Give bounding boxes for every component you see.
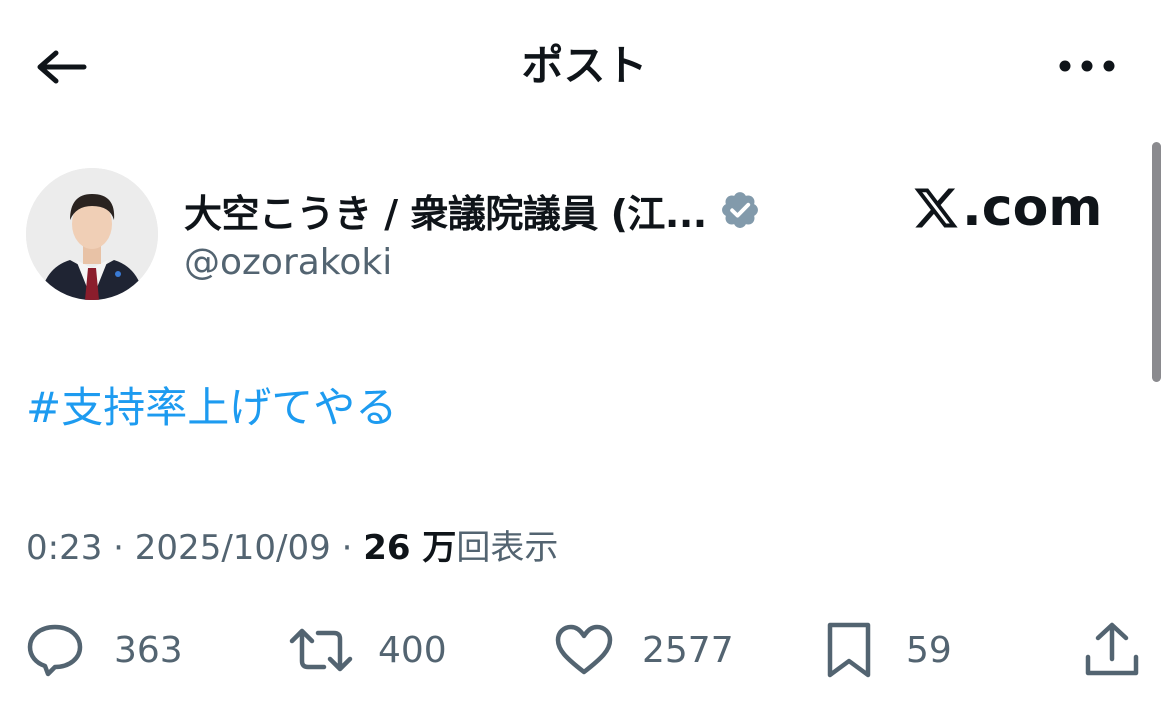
author-name-row[interactable]: 大空こうき / 衆議院議員 (江... — [184, 182, 761, 238]
bookmark-count: 59 — [906, 629, 952, 671]
reply-button[interactable]: 363 — [26, 610, 183, 690]
page-title: ポスト — [521, 41, 648, 90]
x-logo-icon — [912, 184, 962, 232]
x-com-watermark: .com — [912, 178, 1103, 238]
bookmark-button[interactable]: 59 — [826, 610, 952, 690]
like-button[interactable]: 2577 — [554, 610, 734, 690]
action-bar: 363 400 2577 59 — [0, 610, 1169, 690]
avatar[interactable] — [26, 168, 158, 300]
post-date[interactable]: 2025/10/09 — [135, 528, 331, 568]
post-hashtag-link[interactable]: #支持率上げてやる — [26, 376, 397, 440]
watermark-text: .com — [962, 178, 1103, 238]
reply-count: 363 — [114, 629, 183, 671]
avatar-photo — [26, 168, 158, 300]
scrollbar[interactable] — [1152, 142, 1161, 382]
more-options-button[interactable] — [1052, 44, 1122, 88]
author-handle[interactable]: @ozorakoki — [184, 238, 392, 288]
verified-badge-icon — [719, 189, 761, 231]
heart-icon — [554, 624, 614, 676]
author-display-name[interactable]: 大空こうき / 衆議院議員 (江... — [184, 183, 707, 238]
more-horizontal-icon — [1057, 59, 1117, 73]
meta-separator: · — [330, 528, 364, 568]
meta-separator: · — [102, 528, 135, 568]
bookmark-icon — [826, 621, 872, 679]
comment-icon — [26, 623, 84, 677]
share-button[interactable] — [1084, 610, 1140, 690]
like-count: 2577 — [642, 629, 734, 671]
share-icon — [1084, 621, 1140, 679]
repost-count: 400 — [378, 629, 447, 671]
views-label[interactable]: 回表示 — [456, 528, 558, 568]
post-time[interactable]: 0:23 — [26, 528, 102, 568]
views-count[interactable]: 26 万 — [363, 528, 456, 568]
post-meta: 0:23 · 2025/10/09 · 26 万回表示 — [26, 520, 558, 576]
repost-button[interactable]: 400 — [288, 610, 447, 690]
repost-icon — [288, 623, 354, 677]
